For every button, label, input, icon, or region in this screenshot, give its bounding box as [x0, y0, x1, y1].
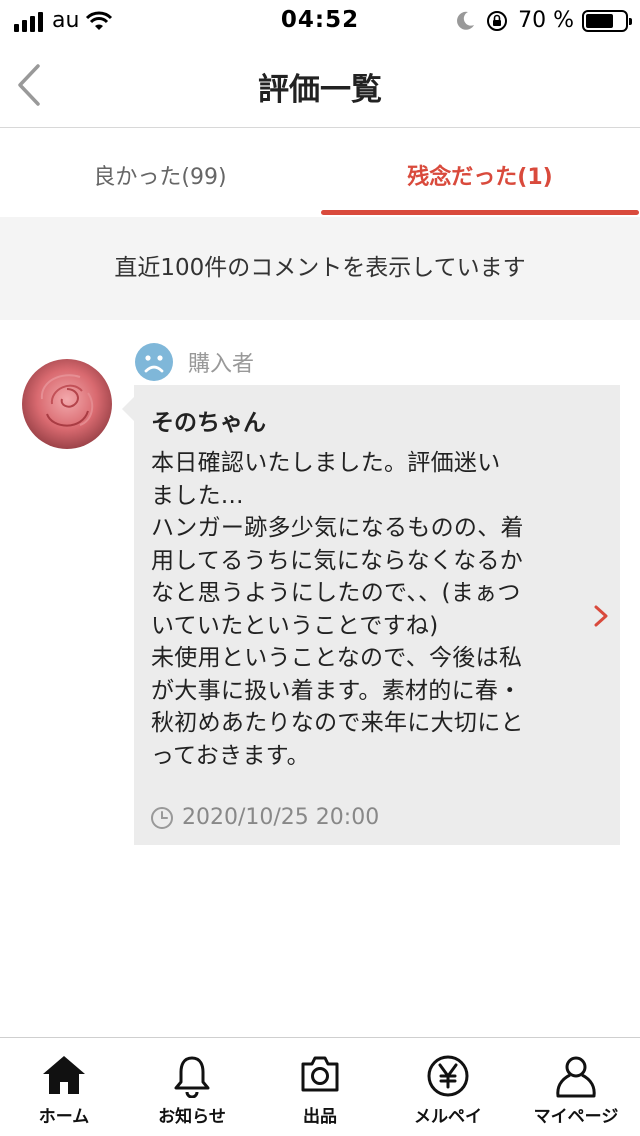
nav-sell[interactable]: 出品 [256, 1038, 384, 1136]
nav-home[interactable]: ホーム [0, 1038, 128, 1136]
chevron-right-icon[interactable] [592, 603, 610, 629]
active-tab-indicator [321, 210, 639, 215]
nav-mypage-label: マイページ [533, 1107, 619, 1127]
nav-mypage[interactable]: マイページ [512, 1038, 640, 1136]
tab-bad-label: 残念だった(1) [407, 165, 553, 190]
page-title: 評価一覧 [258, 72, 382, 108]
camera-icon [301, 1056, 339, 1092]
home-icon [43, 1056, 85, 1094]
timestamp-row: 2020/10/25 20:00 [150, 805, 379, 830]
clock-icon [151, 806, 173, 829]
tab-good[interactable]: 良かった(99) [0, 129, 320, 217]
nav-sell-label: 出品 [303, 1107, 337, 1127]
review-timestamp: 2020/10/25 20:00 [182, 805, 380, 830]
nav-home-label: ホーム [38, 1107, 90, 1127]
buyer-role-label: 購入者 [188, 352, 255, 377]
avatar[interactable] [22, 359, 112, 449]
battery-icon [582, 9, 632, 32]
status-right: 70 % [454, 8, 632, 33]
tab-bar: 良かった(99) 残念だった(1) [0, 129, 640, 217]
nav-notifications-label: お知らせ [158, 1107, 226, 1127]
rose-avatar-image [22, 359, 112, 449]
reviewer-name: そのちゃん [151, 410, 266, 436]
comment-notice: 直近100件のコメントを表示しています [0, 217, 640, 320]
review-comment: 本日確認いたしました。評価迷い ました... ハンガー跡多少気になるものの、着 … [151, 450, 524, 769]
battery-percent: 70 % [518, 8, 574, 33]
tab-good-label: 良かった(99) [93, 165, 227, 190]
bottom-nav: ホーム お知らせ 出品 メルペイ マイページ [0, 1037, 640, 1136]
header: 評価一覧 [0, 42, 640, 128]
person-icon [556, 1056, 596, 1098]
tab-bad[interactable]: 残念だった(1) [320, 129, 640, 217]
nav-notifications[interactable]: お知らせ [128, 1038, 256, 1136]
nav-merpay[interactable]: メルペイ [384, 1038, 512, 1136]
moon-icon [457, 11, 475, 30]
sad-face-icon [135, 343, 173, 381]
bell-icon [174, 1056, 210, 1098]
nav-merpay-label: メルペイ [414, 1107, 482, 1127]
yen-icon [427, 1055, 469, 1097]
battery-fill [586, 13, 613, 28]
status-bar: au 04:52 70 % [0, 0, 640, 42]
review-bubble[interactable]: そのちゃん 本日確認いたしました。評価迷い ました... ハンガー跡多少気になる… [122, 385, 620, 845]
rotation-lock-icon [487, 10, 508, 31]
buyer-row: 購入者 [134, 342, 254, 382]
